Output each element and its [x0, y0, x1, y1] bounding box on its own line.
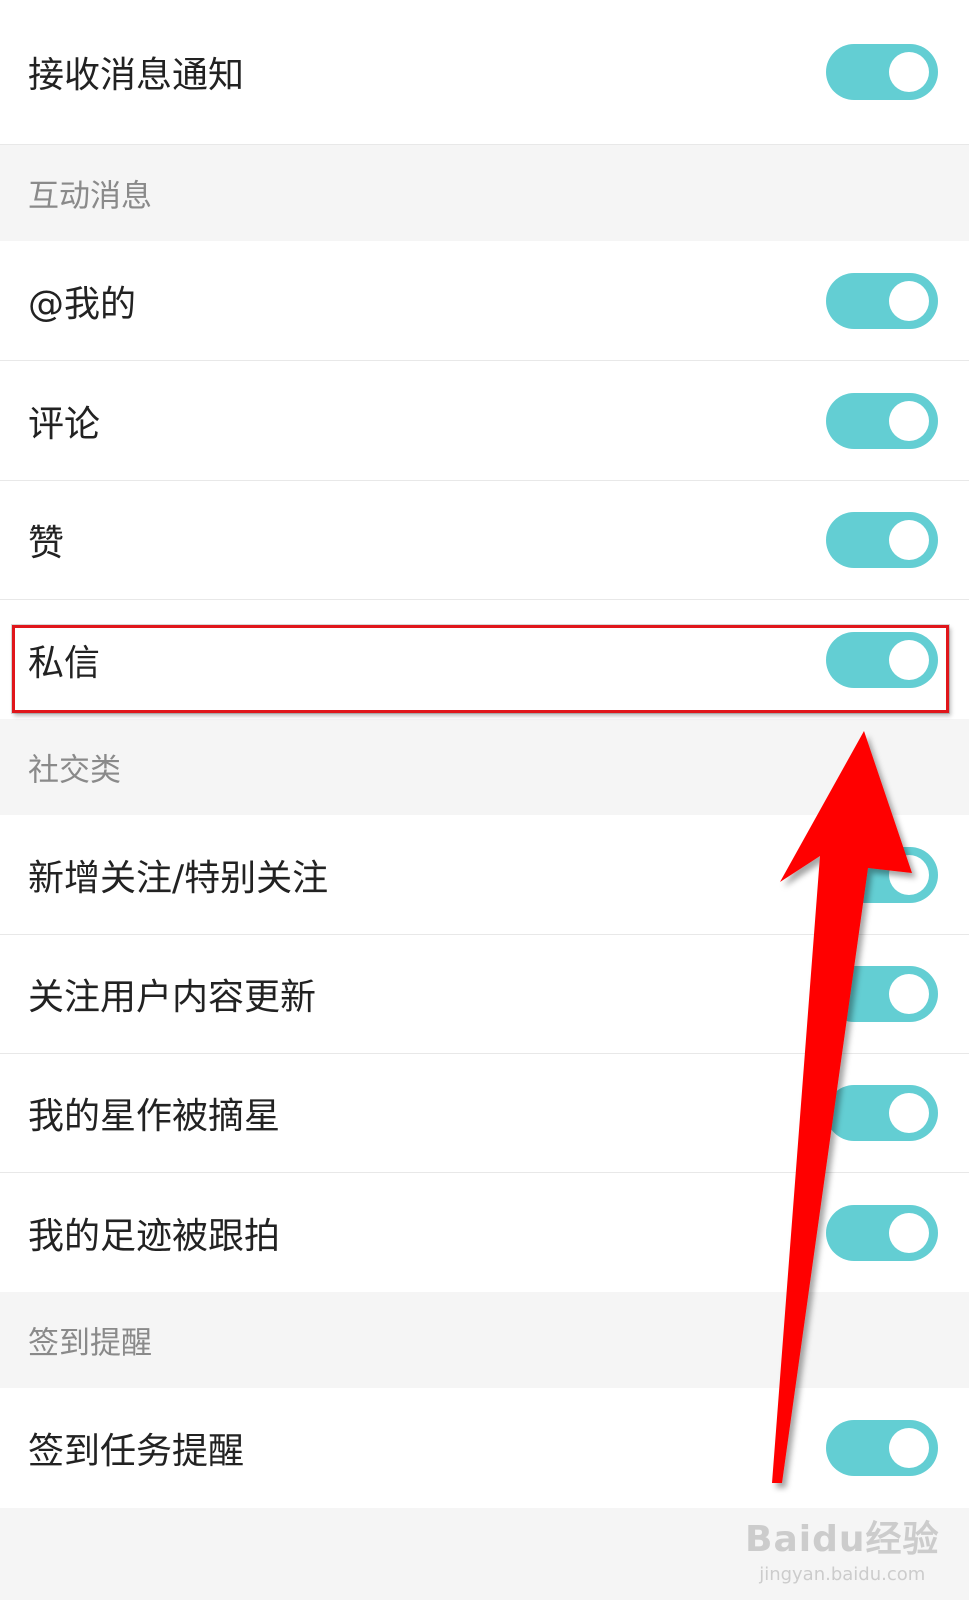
direct-message-toggle[interactable] — [826, 631, 938, 688]
setting-label: 私信 — [28, 642, 101, 684]
mention-toggle[interactable] — [826, 272, 938, 329]
setting-row-like: 赞 — [0, 481, 969, 600]
setting-label: 评论 — [28, 403, 101, 445]
watermark-url: jingyan.baidu.com — [759, 1564, 926, 1585]
setting-row-checkin-task: 签到任务提醒 — [0, 1388, 969, 1508]
setting-row-comment: 评论 — [0, 361, 969, 481]
toggle-knob — [889, 1093, 929, 1133]
comment-toggle[interactable] — [826, 392, 938, 449]
section-title: 互动消息 — [28, 178, 152, 215]
setting-label: 我的足迹被跟拍 — [28, 1215, 281, 1257]
section-header-interaction: 互动消息 — [0, 145, 969, 241]
setting-label: 关注用户内容更新 — [28, 977, 317, 1018]
setting-label: 签到任务提醒 — [28, 1431, 245, 1472]
setting-row-receive-notifications: 接收消息通知 — [0, 0, 969, 145]
section-title: 社交类 — [28, 752, 121, 789]
section-header-checkin: 签到提醒 — [0, 1292, 969, 1388]
toggle-knob — [889, 52, 929, 92]
setting-label: 赞 — [28, 523, 65, 564]
toggle-knob — [889, 854, 929, 895]
setting-row-star-picked: 我的星作被摘星 — [0, 1054, 969, 1173]
setting-label: @我的 — [28, 283, 137, 325]
like-toggle[interactable] — [826, 512, 938, 568]
setting-row-direct-message: 私信 — [0, 600, 969, 719]
toggle-knob — [889, 1212, 929, 1253]
section-header-social: 社交类 — [0, 719, 969, 815]
toggle-knob — [889, 974, 929, 1014]
footprint-followed-toggle[interactable] — [826, 1204, 938, 1261]
new-follow-toggle[interactable] — [826, 846, 938, 903]
section-title: 签到提醒 — [28, 1325, 152, 1362]
setting-row-new-follow: 新增关注/特别关注 — [0, 815, 969, 935]
toggle-knob — [889, 520, 929, 560]
toggle-knob — [889, 400, 929, 441]
star-picked-toggle[interactable] — [826, 1085, 938, 1141]
toggle-knob — [889, 639, 929, 680]
toggle-knob — [889, 280, 929, 321]
setting-row-footprint-followed: 我的足迹被跟拍 — [0, 1173, 969, 1292]
followed-updates-toggle[interactable] — [826, 966, 938, 1022]
toggle-knob — [889, 1428, 929, 1468]
notification-settings-page: 接收消息通知 互动消息 @我的 评论 赞 私信 社交类 新增关注/特别关注 关注… — [0, 0, 969, 1600]
setting-row-followed-updates: 关注用户内容更新 — [0, 935, 969, 1054]
watermark: Baidu经验 jingyan.baidu.com — [745, 1510, 939, 1585]
setting-label: 我的星作被摘星 — [28, 1096, 281, 1137]
checkin-task-toggle[interactable] — [826, 1420, 938, 1476]
setting-label: 新增关注/特别关注 — [28, 857, 329, 899]
setting-row-mention: @我的 — [0, 241, 969, 361]
watermark-logo: Baidu经验 — [745, 1519, 940, 1560]
setting-label: 接收消息通知 — [28, 55, 245, 96]
receive-notifications-toggle[interactable] — [826, 44, 938, 100]
